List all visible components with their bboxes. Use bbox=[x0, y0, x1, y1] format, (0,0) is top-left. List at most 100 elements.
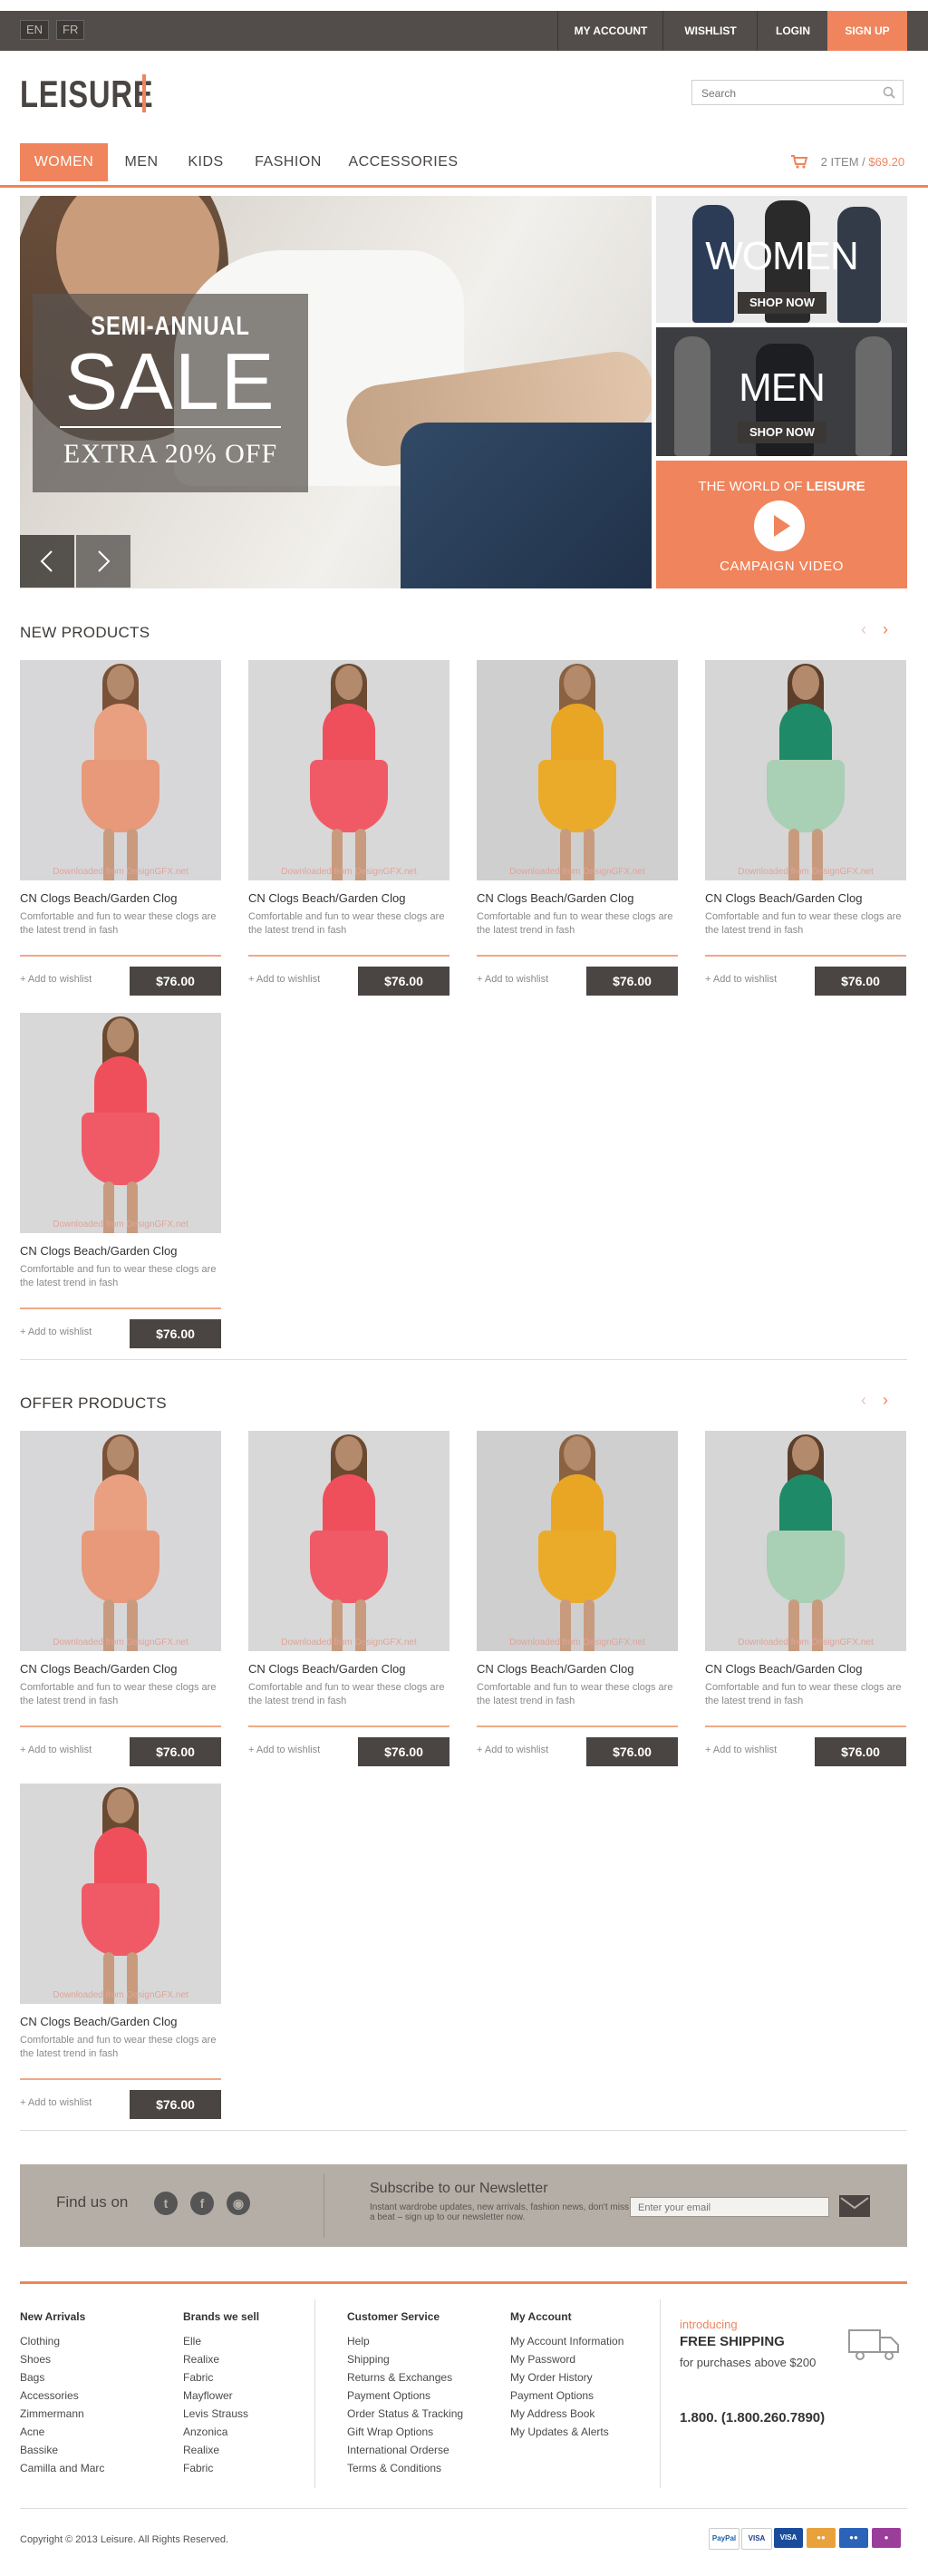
price-button[interactable]: $76.00 bbox=[130, 1737, 221, 1766]
rss-icon[interactable]: ◉ bbox=[227, 2192, 250, 2215]
footer-link[interactable]: Order Status & Tracking bbox=[347, 2405, 463, 2423]
product-image[interactable]: Downloaded from DesignGFX.net bbox=[705, 1431, 906, 1651]
footer-link[interactable]: My Address Book bbox=[510, 2405, 624, 2423]
footer-link[interactable]: Elle bbox=[183, 2332, 248, 2350]
add-to-wishlist-link[interactable]: + Add to wishlist bbox=[477, 974, 548, 985]
nav-men[interactable]: MEN bbox=[115, 143, 168, 181]
product-image[interactable]: Downloaded from DesignGFX.net bbox=[248, 1431, 450, 1651]
footer-link[interactable]: Gift Wrap Options bbox=[347, 2423, 463, 2441]
footer-link[interactable]: International Orderse bbox=[347, 2441, 463, 2459]
price-button[interactable]: $76.00 bbox=[358, 1737, 450, 1766]
footer-link[interactable]: Payment Options bbox=[347, 2386, 463, 2405]
add-to-wishlist-link[interactable]: + Add to wishlist bbox=[248, 974, 320, 985]
nav-accessories[interactable]: ACCESSORIES bbox=[346, 143, 460, 181]
footer-link[interactable]: Bassike bbox=[20, 2441, 104, 2459]
login-link[interactable]: LOGIN bbox=[757, 11, 828, 51]
wishlist-link[interactable]: WISHLIST bbox=[662, 11, 758, 51]
footer-link[interactable]: Terms & Conditions bbox=[347, 2459, 463, 2477]
product-name[interactable]: CN Clogs Beach/Garden Clog bbox=[477, 1662, 633, 1676]
product-image[interactable]: Downloaded from DesignGFX.net bbox=[20, 1784, 221, 2004]
product-name[interactable]: CN Clogs Beach/Garden Clog bbox=[705, 891, 862, 905]
play-icon[interactable] bbox=[754, 501, 805, 551]
banner-women[interactable]: WOMEN SHOP NOW bbox=[656, 196, 907, 323]
footer-link[interactable]: Acne bbox=[20, 2423, 104, 2441]
price-button[interactable]: $76.00 bbox=[586, 1737, 678, 1766]
footer-link[interactable]: Mayflower bbox=[183, 2386, 248, 2405]
footer-link[interactable]: My Updates & Alerts bbox=[510, 2423, 624, 2441]
footer-link[interactable]: My Order History bbox=[510, 2368, 624, 2386]
add-to-wishlist-link[interactable]: + Add to wishlist bbox=[705, 974, 777, 985]
price-button[interactable]: $76.00 bbox=[130, 2090, 221, 2119]
product-name[interactable]: CN Clogs Beach/Garden Clog bbox=[477, 891, 633, 905]
price-button[interactable]: $76.00 bbox=[815, 967, 906, 996]
add-to-wishlist-link[interactable]: + Add to wishlist bbox=[20, 2097, 92, 2108]
shop-now-women-button[interactable]: SHOP NOW bbox=[738, 292, 826, 314]
footer-link[interactable]: Clothing bbox=[20, 2332, 104, 2350]
signup-button[interactable]: SIGN UP bbox=[827, 11, 907, 51]
product-name[interactable]: CN Clogs Beach/Garden Clog bbox=[248, 891, 405, 905]
nav-kids[interactable]: KIDS bbox=[179, 143, 232, 181]
banner-men[interactable]: MEN SHOP NOW bbox=[656, 327, 907, 456]
footer-link[interactable]: Accessories bbox=[20, 2386, 104, 2405]
add-to-wishlist-link[interactable]: + Add to wishlist bbox=[248, 1745, 320, 1755]
footer-link[interactable]: Fabric bbox=[183, 2459, 248, 2477]
product-image[interactable]: Downloaded from DesignGFX.net bbox=[705, 660, 906, 880]
add-to-wishlist-link[interactable]: + Add to wishlist bbox=[705, 1745, 777, 1755]
product-image[interactable]: Downloaded from DesignGFX.net bbox=[477, 660, 678, 880]
hero-prev-button[interactable] bbox=[20, 535, 74, 588]
price-button[interactable]: $76.00 bbox=[130, 967, 221, 996]
chevron-right-icon[interactable]: › bbox=[883, 620, 888, 638]
search-icon[interactable] bbox=[883, 86, 895, 99]
product-image[interactable]: Downloaded from DesignGFX.net bbox=[477, 1431, 678, 1651]
product-image[interactable]: Downloaded from DesignGFX.net bbox=[248, 660, 450, 880]
envelope-icon[interactable] bbox=[839, 2195, 870, 2217]
footer-link[interactable]: Bags bbox=[20, 2368, 104, 2386]
site-logo[interactable]: LEISURE bbox=[20, 73, 153, 116]
footer-link[interactable]: Shoes bbox=[20, 2350, 104, 2368]
product-image[interactable]: Downloaded from DesignGFX.net bbox=[20, 1013, 221, 1233]
facebook-icon[interactable]: f bbox=[190, 2192, 214, 2215]
twitter-icon[interactable]: t bbox=[154, 2192, 178, 2215]
product-name[interactable]: CN Clogs Beach/Garden Clog bbox=[20, 1244, 177, 1258]
footer-link[interactable]: Anzonica bbox=[183, 2423, 248, 2441]
price-button[interactable]: $76.00 bbox=[815, 1737, 906, 1766]
footer-link[interactable]: Camilla and Marc bbox=[20, 2459, 104, 2477]
hero-slider[interactable]: SEMI-ANNUAL SALE EXTRA 20% OFF bbox=[20, 196, 652, 588]
chevron-right-icon[interactable]: › bbox=[883, 1391, 888, 1409]
footer-link[interactable]: Payment Options bbox=[510, 2386, 624, 2405]
price-button[interactable]: $76.00 bbox=[586, 967, 678, 996]
footer-link[interactable]: Zimmermann bbox=[20, 2405, 104, 2423]
footer-link[interactable]: My Password bbox=[510, 2350, 624, 2368]
banner-campaign[interactable]: THE WORLD OF LEISURE CAMPAIGN VIDEO bbox=[656, 461, 907, 588]
footer-link[interactable]: Help bbox=[347, 2332, 463, 2350]
my-account-link[interactable]: MY ACCOUNT bbox=[557, 11, 663, 51]
product-name[interactable]: CN Clogs Beach/Garden Clog bbox=[20, 1662, 177, 1676]
chevron-left-icon[interactable]: ‹ bbox=[861, 1391, 866, 1409]
footer-link[interactable]: Fabric bbox=[183, 2368, 248, 2386]
cart-summary[interactable]: 2 ITEM / $69.20 bbox=[790, 154, 904, 169]
product-image[interactable]: Downloaded from DesignGFX.net bbox=[20, 1431, 221, 1651]
footer-link[interactable]: Returns & Exchanges bbox=[347, 2368, 463, 2386]
hero-next-button[interactable] bbox=[76, 535, 130, 588]
footer-link[interactable]: Shipping bbox=[347, 2350, 463, 2368]
price-button[interactable]: $76.00 bbox=[130, 1319, 221, 1348]
footer-link[interactable]: Realixe bbox=[183, 2441, 248, 2459]
nav-fashion[interactable]: FASHION bbox=[245, 143, 332, 181]
product-name[interactable]: CN Clogs Beach/Garden Clog bbox=[248, 1662, 405, 1676]
price-button[interactable]: $76.00 bbox=[358, 967, 450, 996]
product-name[interactable]: CN Clogs Beach/Garden Clog bbox=[705, 1662, 862, 1676]
product-image[interactable]: Downloaded from DesignGFX.net bbox=[20, 660, 221, 880]
email-input[interactable] bbox=[636, 2199, 821, 2217]
add-to-wishlist-link[interactable]: + Add to wishlist bbox=[20, 974, 92, 985]
product-name[interactable]: CN Clogs Beach/Garden Clog bbox=[20, 2015, 177, 2028]
lang-en[interactable]: EN bbox=[20, 20, 50, 40]
nav-women[interactable]: WOMEN bbox=[20, 143, 108, 181]
lang-fr[interactable]: FR bbox=[56, 20, 85, 40]
chevron-left-icon[interactable]: ‹ bbox=[861, 620, 866, 638]
add-to-wishlist-link[interactable]: + Add to wishlist bbox=[20, 1745, 92, 1755]
add-to-wishlist-link[interactable]: + Add to wishlist bbox=[477, 1745, 548, 1755]
footer-link[interactable]: My Account Information bbox=[510, 2332, 624, 2350]
search-input[interactable] bbox=[700, 82, 875, 105]
footer-link[interactable]: Levis Strauss bbox=[183, 2405, 248, 2423]
product-name[interactable]: CN Clogs Beach/Garden Clog bbox=[20, 891, 177, 905]
